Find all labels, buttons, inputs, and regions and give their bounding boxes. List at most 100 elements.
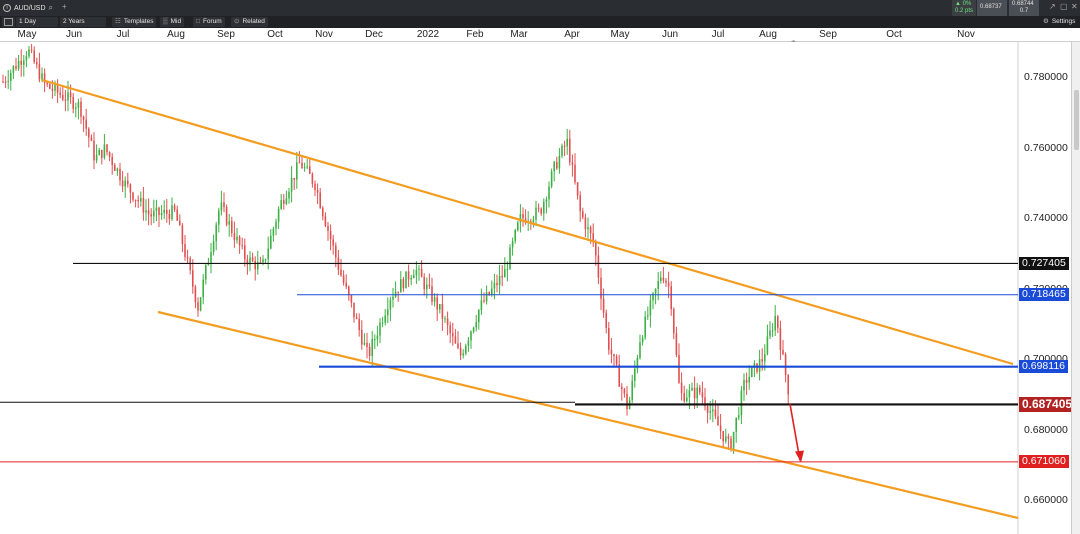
candle-body [277, 208, 280, 222]
candle-body [23, 60, 25, 65]
candle-body [345, 282, 347, 287]
price-axis-scrollbar[interactable] [1071, 42, 1080, 534]
candle-body [426, 284, 428, 290]
candle-body [210, 251, 212, 263]
candle-body [241, 245, 243, 247]
symbol-label: AUD/USD [14, 4, 46, 12]
mid-button[interactable]: ▒ Mid [160, 17, 185, 27]
add-tab-icon[interactable]: + [62, 3, 70, 11]
time-axis-label: Jun [661, 29, 679, 40]
candle-body [589, 227, 592, 234]
candle-body [491, 288, 493, 295]
candle-body [712, 409, 714, 412]
price-tick-label: 0.660000 [1024, 494, 1068, 506]
candle-body [454, 336, 457, 344]
candle-body [59, 92, 61, 95]
candle-body [579, 195, 581, 212]
candle-body [751, 367, 753, 377]
settings-button[interactable]: ⚙ Settings [1040, 17, 1078, 27]
candle-body [582, 211, 584, 218]
candle-body [634, 368, 636, 381]
candle-body [540, 208, 542, 214]
candle-body [314, 183, 316, 190]
candle-body [480, 300, 483, 310]
candle-body [654, 288, 657, 294]
candle-body [280, 200, 282, 209]
candle-body [550, 171, 553, 187]
candle-body [493, 282, 496, 289]
close-icon[interactable]: ✕ [1071, 3, 1079, 11]
candle-body [233, 233, 236, 241]
candle-body [140, 198, 142, 202]
candle-body [449, 325, 451, 334]
candle-body [358, 318, 360, 330]
candle-body [470, 331, 472, 341]
time-axis-label: May [610, 29, 630, 40]
candle-body [54, 84, 56, 91]
candle-body [392, 296, 394, 300]
candle-body [303, 167, 306, 169]
candle-body [342, 275, 345, 283]
candle-body [41, 73, 43, 80]
templates-icon: ☷ [115, 18, 121, 25]
candle-body [774, 316, 776, 331]
candle-body [51, 88, 54, 91]
candle-body [361, 329, 363, 345]
ask-price[interactable]: 0.68744 0.7 [1009, 0, 1039, 16]
candle-body [433, 297, 436, 302]
time-axis-label: Oct [267, 29, 283, 40]
symbol-selector[interactable]: i AUD/USD ⌕ [3, 3, 53, 13]
price-level-tag: 0.671060 [1019, 455, 1069, 469]
candle-body [394, 291, 397, 297]
candle-body [719, 425, 722, 432]
interval-button[interactable]: 1 Day [16, 17, 58, 27]
candle-body [69, 92, 72, 98]
candle-body [168, 213, 171, 220]
candle-body [506, 269, 509, 271]
candle-body [142, 198, 145, 213]
maximize-icon[interactable]: ▢ [1060, 3, 1068, 11]
related-button[interactable]: ⊙ Related [231, 17, 268, 27]
candle-body [127, 180, 129, 185]
candle-body [270, 235, 272, 249]
candle-body [693, 387, 696, 399]
candle-body [103, 144, 106, 158]
price-tick-label: 0.740000 [1024, 212, 1068, 224]
candle-body [374, 339, 376, 341]
layout-button[interactable] [2, 17, 15, 27]
candle-body [660, 277, 662, 281]
candle-body [98, 149, 100, 156]
candle-body [111, 156, 113, 165]
candle-body [153, 210, 155, 217]
candle-body [30, 49, 33, 51]
time-axis-label: Sep [217, 29, 235, 40]
candle-body [46, 82, 48, 85]
candle-body [537, 207, 540, 209]
candle-body [615, 356, 618, 365]
grid-icon [4, 18, 13, 26]
candle-body [298, 162, 301, 164]
scrollbar-thumb[interactable] [1074, 90, 1079, 150]
candle-body [309, 166, 311, 174]
gear-icon: ⚙ [1043, 18, 1049, 25]
search-icon[interactable]: ⌕ [49, 3, 53, 13]
candle-body [787, 374, 789, 395]
candle-body [288, 191, 290, 199]
candle-body [293, 177, 295, 180]
candle-body [459, 347, 462, 356]
forum-button[interactable]: □ Forum [193, 17, 225, 27]
range-button[interactable]: 2 Years [60, 17, 106, 27]
candle-body [428, 284, 431, 287]
related-label: Related [242, 18, 265, 25]
candle-body [137, 199, 139, 202]
candle-body [483, 300, 485, 302]
candle-body [745, 379, 748, 383]
candle-body [316, 189, 319, 193]
popout-icon[interactable]: ↗ [1049, 3, 1057, 11]
price-chart[interactable] [0, 42, 1080, 534]
templates-button[interactable]: ☷ Templates [112, 17, 157, 27]
bid-price[interactable]: 0.68737 [977, 0, 1007, 16]
candle-body [439, 303, 441, 310]
candle-body [571, 162, 574, 165]
candle-body [407, 271, 410, 280]
